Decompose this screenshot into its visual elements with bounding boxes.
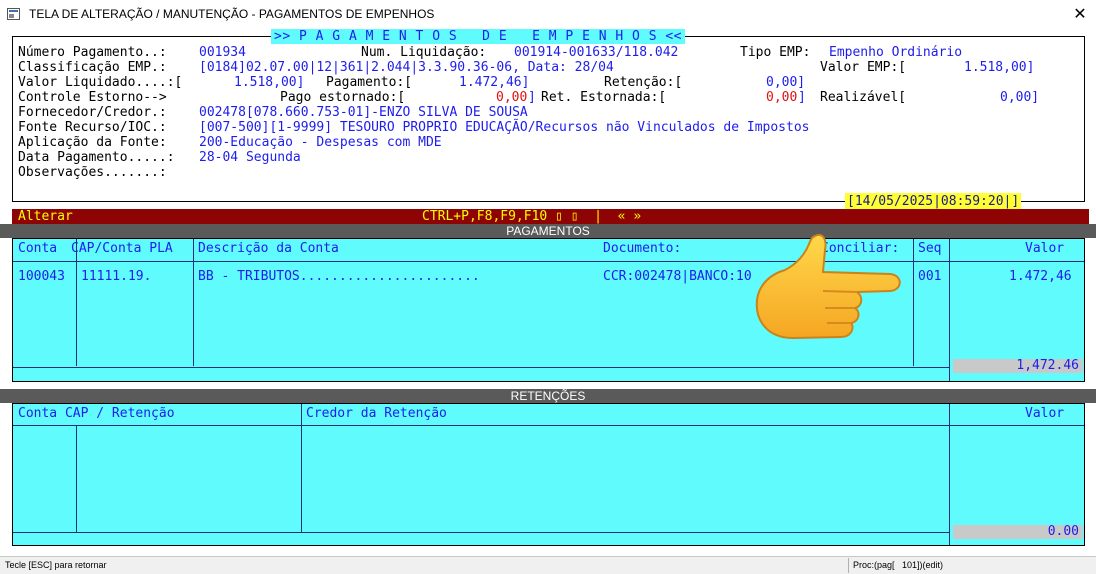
- payment-header-panel: >> P A G A M E N T O S D E E M P E N H O…: [12, 29, 1085, 202]
- col-divider: [913, 239, 914, 366]
- row-fornecedor: Fornecedor/Credor.: 002478[078.660.753-0…: [18, 105, 1078, 120]
- col-conta: Conta: [18, 241, 58, 256]
- valor-liquidado-field[interactable]: 1.518,00]: [234, 75, 304, 90]
- mode-label: Alterar: [18, 209, 73, 224]
- col-credor-retencao: Credor da Retenção: [306, 406, 447, 421]
- pago-estornado-label: Pago estornado:[: [280, 90, 406, 105]
- col-valor: Valor: [1025, 241, 1065, 256]
- col-descricao: Descrição da Conta: [198, 241, 339, 256]
- header-divider: [13, 261, 1084, 262]
- numero-pagamento-field[interactable]: 001934: [199, 45, 246, 60]
- pagamentos-section-header: PAGAMENTOS: [0, 224, 1096, 238]
- row-numero-pagamento: Número Pagamento..: 001934 Num. Liquidaç…: [18, 45, 1078, 60]
- close-icon[interactable]: ✕: [1070, 4, 1090, 24]
- cell-descricao: BB - TRIBUTOS.......................: [198, 269, 480, 284]
- num-liquidacao-field[interactable]: 001914-001633/118.042: [514, 45, 678, 60]
- row-aplicacao: Aplicação da Fonte: 200-Educação - Despe…: [18, 135, 1078, 150]
- realizavel-field[interactable]: 0,00]: [1000, 90, 1039, 105]
- row-valores: Valor Liquidado....:[ 1.518,00] Pagament…: [18, 75, 1078, 90]
- valor-emp-label: Valor EMP:[: [820, 60, 907, 75]
- aplicacao-label: Aplicação da Fonte:: [18, 135, 167, 150]
- window-title: TELA DE ALTERAÇÃO / MANUTENÇÃO - PAGAMEN…: [29, 7, 435, 21]
- status-hint: Tecle [ESC] para retornar: [5, 560, 107, 570]
- ret-estornada-label: Ret. Estornada:[: [541, 90, 667, 105]
- footer-divider: [13, 532, 949, 533]
- cell-valor: 1.472,46: [1009, 269, 1072, 284]
- retencoes-table: Conta CAP / Retenção Credor da Retenção …: [12, 403, 1085, 546]
- fonte-field[interactable]: [007-500][1-9999] TESOURO PROPRIO EDUCAÇ…: [199, 120, 809, 135]
- pagamento-field[interactable]: 1.472,46]: [459, 75, 529, 90]
- classificacao-label: Classificação EMP.:: [18, 60, 167, 75]
- row-fonte-recurso: Fonte Recurso/IOC.: [007-500][1-9999] TE…: [18, 120, 1078, 135]
- data-pagamento-field[interactable]: 28-04 Segunda: [199, 150, 301, 165]
- observacoes-field[interactable]: [199, 165, 1059, 180]
- data-pagamento-label: Data Pagamento.....:: [18, 150, 175, 165]
- pagamentos-table: Conta CAP/Conta PLA Descrição da Conta D…: [12, 238, 1085, 382]
- retencoes-total: 0.00: [953, 525, 1083, 539]
- action-bar: Alterar CTRL+P,F8,F9,F10 ▯ ▯ | « »: [12, 209, 1089, 224]
- valor-emp-field[interactable]: 1.518,00]: [964, 60, 1034, 75]
- col-divider: [76, 425, 77, 532]
- ret-estornada-field[interactable]: 0,00: [766, 90, 797, 105]
- tipo-emp-label: Tipo EMP:: [740, 45, 811, 60]
- col-divider: [301, 404, 302, 532]
- fornecedor-field[interactable]: 002478[078.660.753-01]-ENZO SILVA DE SOU…: [199, 105, 528, 120]
- cell-seq: 001: [918, 269, 942, 284]
- pago-estornado-bracket: ]: [528, 90, 536, 105]
- classificacao-field[interactable]: [0184]02.07.00|12|361|2.044|3.3.90.36-06…: [199, 60, 614, 75]
- ret-estornada-bracket: ]: [798, 90, 806, 105]
- col-divider: [76, 239, 77, 366]
- col-divider: [949, 239, 950, 381]
- status-divider: [848, 558, 849, 573]
- num-liquidacao-label: Num. Liquidação:: [361, 45, 487, 60]
- status-bar: Tecle [ESC] para retornar Proc:(pag[ 101…: [0, 556, 1096, 574]
- app-icon: [7, 8, 20, 20]
- pagamentos-total: 1,472.46: [953, 359, 1083, 373]
- footer-divider: [13, 367, 949, 368]
- cell-documento: CCR:002478|BANCO:10: [603, 269, 752, 284]
- col-documento: Documento:: [603, 241, 682, 256]
- observacoes-label: Observações.......:: [18, 165, 167, 180]
- col-valor: Valor: [1025, 406, 1065, 421]
- aplicacao-field[interactable]: 200-Educação - Despesas com MDE: [199, 135, 442, 150]
- table-row[interactable]: 100043 11111.19. BB - TRIBUTOS..........…: [13, 269, 1084, 285]
- pagamento-label: Pagamento:[: [326, 75, 413, 90]
- retencoes-section-header: RETENÇÕES: [0, 389, 1096, 403]
- cell-conta: 100043: [18, 269, 65, 284]
- row-observacoes: Observações.......:: [18, 165, 1078, 180]
- tipo-emp-field[interactable]: Empenho Ordinário: [829, 45, 962, 60]
- status-proc: Proc:(pag[ 101])(edit): [853, 560, 944, 570]
- col-cap-conta-pla: CAP/Conta PLA: [71, 241, 173, 256]
- row-data-pagamento: Data Pagamento.....: 28-04 Segunda: [18, 150, 1078, 165]
- datetime-display: [14/05/2025|08:59:20|]: [845, 193, 1022, 210]
- shortcut-hints[interactable]: CTRL+P,F8,F9,F10 ▯ ▯ | « »: [422, 209, 641, 224]
- fonte-label: Fonte Recurso/IOC.:: [18, 120, 167, 135]
- pointing-hand-icon: [755, 234, 901, 340]
- numero-pagamento-label: Número Pagamento..:: [18, 45, 167, 60]
- controle-estorno-label: Controle Estorno-->: [18, 90, 167, 105]
- col-divider: [193, 239, 194, 366]
- row-classificacao: Classificação EMP.: [0184]02.07.00|12|36…: [18, 60, 1078, 75]
- retencao-field[interactable]: 0,00]: [766, 75, 805, 90]
- col-seq: Seq: [918, 241, 942, 256]
- pago-estornado-field[interactable]: 0,00: [496, 90, 527, 105]
- realizavel-label: Realizável[: [820, 90, 907, 105]
- panel-title: >> P A G A M E N T O S D E E M P E N H O…: [271, 29, 686, 44]
- retencao-label: Retenção:[: [604, 75, 683, 90]
- row-estorno: Controle Estorno--> Pago estornado:[ 0,0…: [18, 90, 1078, 105]
- cell-cap: 11111.19.: [81, 269, 152, 284]
- col-divider: [949, 404, 950, 545]
- header-divider: [13, 425, 1084, 426]
- window-title-bar: TELA DE ALTERAÇÃO / MANUTENÇÃO - PAGAMEN…: [0, 0, 1096, 30]
- col-conta-cap-retencao: Conta CAP / Retenção: [18, 406, 175, 421]
- fornecedor-label: Fornecedor/Credor.:: [18, 105, 167, 120]
- valor-liquidado-label: Valor Liquidado....:[: [18, 75, 183, 90]
